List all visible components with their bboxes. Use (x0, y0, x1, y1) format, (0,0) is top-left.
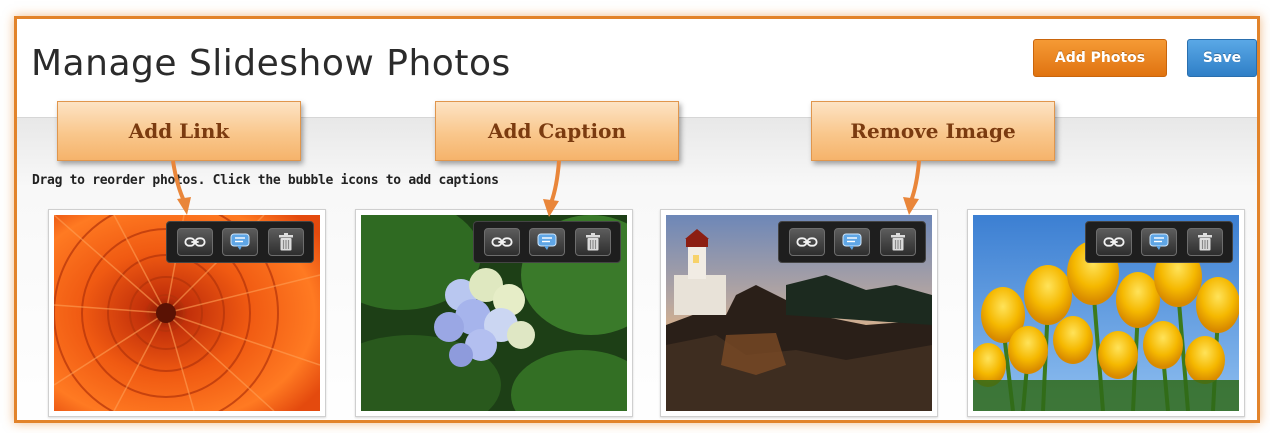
slideshow-manager-panel: Manage Slideshow Photos Add Photos Save … (14, 16, 1260, 423)
remove-image-button[interactable] (267, 228, 304, 256)
remove-image-callout: Remove Image (811, 101, 1055, 161)
add-caption-button[interactable] (529, 228, 565, 256)
add-link-button[interactable] (483, 228, 520, 256)
photo-image[interactable] (666, 215, 932, 411)
arrow-icon (543, 160, 561, 217)
photo-image[interactable] (973, 215, 1239, 411)
arrow-icon (903, 160, 921, 215)
photo-card[interactable] (660, 209, 938, 417)
photo-card[interactable] (967, 209, 1245, 417)
add-caption-callout: Add Caption (435, 101, 679, 161)
photo-toolbar (1085, 221, 1233, 263)
caption-bubble-icon (842, 233, 862, 251)
caption-bubble-icon (230, 233, 250, 251)
add-caption-button[interactable] (1141, 228, 1177, 256)
link-icon (1103, 236, 1125, 248)
save-button[interactable]: Save (1187, 39, 1257, 77)
link-icon (796, 236, 818, 248)
caption-bubble-icon (537, 233, 557, 251)
arrow-icon (171, 160, 191, 215)
trash-icon (1197, 233, 1213, 251)
add-link-button[interactable] (1095, 228, 1132, 256)
trash-icon (585, 233, 601, 251)
photo-image[interactable] (361, 215, 627, 411)
remove-image-button[interactable] (879, 228, 916, 256)
link-icon (491, 236, 513, 248)
add-caption-button[interactable] (222, 228, 258, 256)
trash-icon (890, 233, 906, 251)
add-link-callout: Add Link (57, 101, 301, 161)
add-link-button[interactable] (176, 228, 213, 256)
page-title: Manage Slideshow Photos (31, 43, 511, 84)
photo-toolbar (166, 221, 314, 263)
photo-card[interactable] (355, 209, 633, 417)
instructions-text: Drag to reorder photos. Click the bubble… (32, 173, 499, 188)
link-icon (184, 236, 206, 248)
photo-toolbar (473, 221, 621, 263)
add-link-button[interactable] (788, 228, 825, 256)
photo-card[interactable] (48, 209, 326, 417)
add-photos-button[interactable]: Add Photos (1033, 39, 1167, 77)
photo-image[interactable] (54, 215, 320, 411)
trash-icon (278, 233, 294, 251)
photo-toolbar (778, 221, 926, 263)
caption-bubble-icon (1149, 233, 1169, 251)
remove-image-button[interactable] (574, 228, 611, 256)
add-caption-button[interactable] (834, 228, 870, 256)
remove-image-button[interactable] (1186, 228, 1223, 256)
